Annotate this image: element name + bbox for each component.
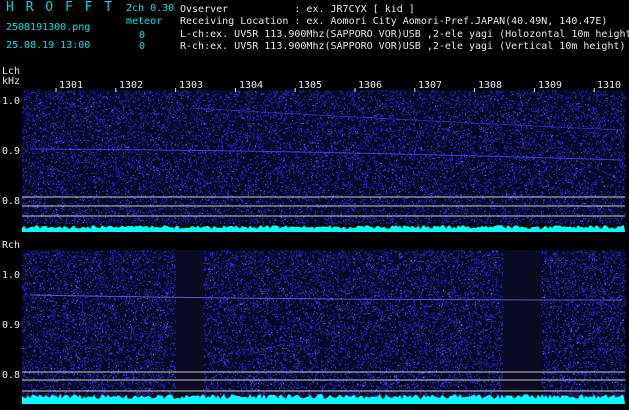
time-tick: 1307 <box>418 80 443 91</box>
rch-count: 0 <box>139 41 146 52</box>
time-tick: 1303 <box>179 80 204 91</box>
lch-unit-label: kHz <box>2 76 21 87</box>
time-tick: 1309 <box>538 80 563 91</box>
lch-ytick: 0.9 <box>2 146 21 157</box>
time-tick: 1305 <box>298 80 323 91</box>
filename-label: 2508191300.png <box>6 22 91 33</box>
spectrogram-canvas <box>22 88 627 404</box>
lch-amplitude-trace <box>22 225 625 232</box>
time-tick: 1302 <box>119 80 144 91</box>
rch-panel-gap <box>503 250 541 396</box>
rch-panel-gap <box>176 250 203 396</box>
rch-panel-label: Rch <box>2 240 21 251</box>
rch-ytick: 0.9 <box>2 320 21 331</box>
rch-ytick: 1.0 <box>2 270 21 281</box>
time-tick: 1310 <box>597 80 622 91</box>
mode-label: meteor <box>126 16 163 27</box>
location-label: Receiving Location : ex. Aomori City Aom… <box>180 16 608 27</box>
time-tick: 1301 <box>59 80 84 91</box>
time-tick: 1304 <box>239 80 264 91</box>
rch-info-label: R-ch:ex. UV5R 113.900Mhz(SAPPORO VOR)USB… <box>180 41 626 52</box>
lch-info-label: L-ch:ex. UV5R 113.900Mhz(SAPPORO VOR)USB… <box>180 29 629 40</box>
time-tick: 1308 <box>478 80 503 91</box>
app-title: H R O F F T <box>6 0 115 15</box>
observer-label: Ovserver : ex. JR7CYX [ kid ] <box>180 4 415 15</box>
lch-ytick: 0.8 <box>2 196 21 207</box>
version-label: 2ch 0.30 <box>126 3 175 14</box>
rch-ytick: 0.8 <box>2 370 21 381</box>
datetime-label: 25.08.19 13:00 <box>6 40 91 51</box>
time-tick: 1306 <box>358 80 383 91</box>
lch-ytick: 1.0 <box>2 96 21 107</box>
